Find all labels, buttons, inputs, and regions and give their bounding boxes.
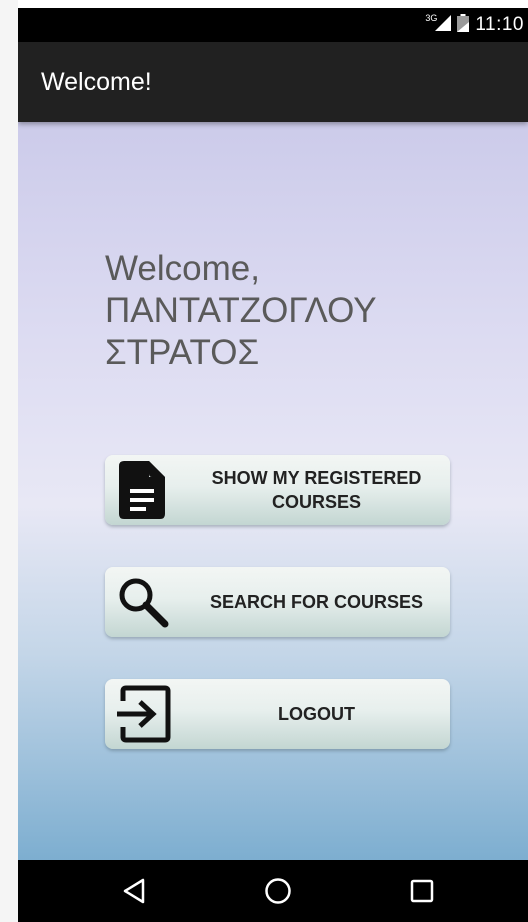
status-bar: 3G 11:10 (18, 8, 528, 42)
search-courses-label: SEARCH FOR COURSES (209, 592, 424, 612)
search-courses-button[interactable]: SEARCH FOR COURSES (105, 567, 450, 637)
search-icon (113, 572, 173, 632)
exit-icon (113, 684, 173, 744)
greeting-line-3: ΣΤΡΑΤΟΣ (105, 333, 260, 372)
logout-label: LOGOUT (278, 704, 355, 724)
battery-icon (457, 13, 470, 37)
network-type-label: 3G (425, 13, 438, 23)
app-bar: Welcome! (18, 42, 528, 122)
app-title: Welcome! (41, 68, 152, 96)
home-icon[interactable] (248, 860, 308, 922)
back-icon[interactable] (104, 860, 164, 922)
show-registered-courses-button[interactable]: SHOW MY REGISTERED COURSES (105, 455, 450, 525)
status-icons: 3G 11:10 (425, 8, 524, 42)
status-time: 11:10 (475, 14, 524, 35)
left-margin (0, 0, 18, 922)
document-icon (113, 460, 173, 520)
show-registered-courses-label: SHOW MY REGISTERED COURSES (211, 468, 422, 512)
navigation-bar (18, 860, 528, 922)
logout-button[interactable]: LOGOUT (105, 679, 450, 749)
welcome-greeting: Welcome, ΠΑΝΤΑΤΖΟΓΛΟΥ ΣΤΡΑΤΟΣ (105, 248, 377, 374)
greeting-line-2: ΠΑΝΤΑΤΖΟΓΛΟΥ (105, 291, 377, 330)
recents-icon[interactable] (392, 860, 452, 922)
main-content: Welcome, ΠΑΝΤΑΤΖΟΓΛΟΥ ΣΤΡΑΤΟΣ SHOW MY RE… (18, 122, 528, 860)
greeting-line-1: Welcome, (105, 249, 260, 288)
device-screen: 3G 11:10 Welcome! Welcome, ΠΑΝΤΑΤΖΟΓΛΟΥ (18, 8, 528, 922)
signal-icon (435, 14, 452, 36)
